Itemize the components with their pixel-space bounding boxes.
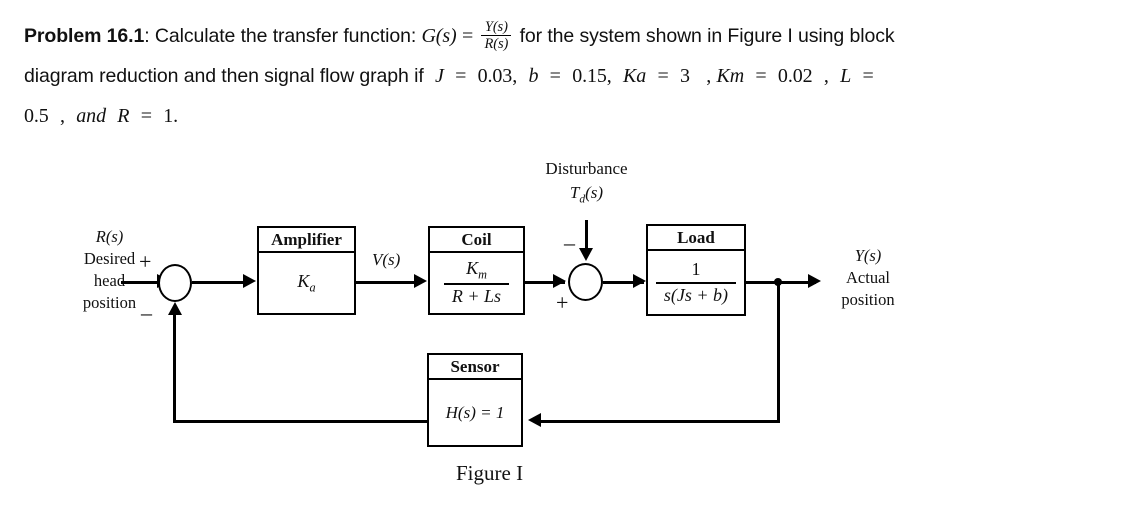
figure-caption: Figure I — [456, 461, 524, 485]
block-diagram: R(s) Desired head position + – Amplifier… — [0, 150, 1123, 507]
summing-junction-2 — [568, 263, 603, 301]
coil-block: Coil Km R + Ls — [428, 226, 525, 315]
output-label-line-1: Y(s) — [854, 246, 882, 265]
sum1-to-amplifier-line — [192, 281, 244, 284]
problem-colon: : — [144, 25, 150, 47]
comma-after-L: , — [60, 105, 65, 127]
param-Km: Km — [716, 65, 745, 87]
param-Ka: Ka — [623, 65, 647, 87]
value-L: 0.5 — [24, 105, 49, 127]
transfer-function-fraction: Y(s) R(s) — [481, 19, 512, 52]
equals-sign-3: = — [549, 65, 561, 87]
amplifier-title: Amplifier — [259, 228, 354, 253]
sum2-input-arrowhead-icon — [553, 274, 566, 288]
param-R: R — [117, 105, 130, 127]
load-input-arrowhead-icon — [633, 274, 646, 288]
load-numerator: 1 — [691, 259, 701, 280]
problem-text-b: for the system shown in Figure I using b… — [519, 25, 895, 47]
equals-sign-2: = — [455, 65, 467, 87]
coil-input-arrowhead-icon — [414, 274, 427, 288]
feedback-left-horizontal-line — [173, 420, 429, 423]
problem-text-c: diagram reduction and then signal flow g… — [24, 65, 424, 87]
feedback-left-vertical-line — [173, 314, 176, 423]
sensor-input-arrowhead-icon — [528, 413, 541, 427]
equals-sign-6: = — [862, 65, 874, 87]
equals-sign-4: = — [657, 65, 669, 87]
load-title: Load — [648, 226, 744, 251]
amplifier-gain: Ka — [297, 270, 316, 295]
sum2-plus-sign: + — [556, 290, 569, 315]
v-signal-label: V(s) — [372, 250, 401, 269]
param-b: b — [528, 65, 539, 87]
equals-sign-5: = — [755, 65, 767, 87]
summing-junction-1 — [158, 264, 192, 302]
problem-statement: Problem 16.1: Calculate the transfer fun… — [24, 16, 1104, 136]
coil-denominator: R + Ls — [443, 283, 510, 307]
value-J: 0.03, — [477, 65, 518, 87]
and-word: and — [76, 105, 106, 127]
load-transfer-function: 1 s(Js + b) — [655, 259, 737, 306]
sum1-feedback-arrowhead-icon — [168, 302, 182, 315]
sensor-body: H(s) = 1 — [429, 380, 521, 445]
coil-title: Coil — [430, 228, 523, 253]
sensor-transfer-function: H(s) = 1 — [445, 402, 505, 422]
output-signal-label: Y(s) Actual position — [820, 245, 916, 311]
disturbance-label: Disturbance Td(s) — [519, 159, 654, 205]
disturbance-signal: Td(s) — [569, 183, 604, 206]
load-body: 1 s(Js + b) — [648, 251, 744, 314]
value-Ka: 3 — [680, 65, 690, 87]
sensor-title: Sensor — [429, 355, 521, 380]
fraction-numerator: Y(s) — [484, 19, 508, 36]
value-R: 1. — [163, 105, 179, 127]
comma-after-Ka: , — [706, 65, 712, 87]
load-block: Load 1 s(Js + b) — [646, 224, 746, 316]
param-J: J — [434, 65, 444, 87]
feedback-to-sensor-line — [539, 420, 779, 423]
output-label-line-3: position — [841, 290, 895, 309]
value-Km: 0.02 — [777, 65, 813, 87]
load-denominator: s(Js + b) — [655, 281, 737, 306]
amplifier-block: Amplifier Ka — [257, 226, 356, 315]
input-arrow-line — [121, 281, 159, 284]
value-b: 0.15, — [572, 65, 612, 87]
problem-label: Problem 16.1 — [24, 25, 145, 47]
transfer-function-symbol: G(s) — [421, 25, 457, 47]
fraction-denominator: R(s) — [481, 35, 512, 52]
amplifier-body: Ka — [259, 253, 354, 313]
sum1-minus-sign: – — [141, 300, 152, 325]
coil-transfer-function: Km R + Ls — [443, 258, 510, 307]
sum2-minus-sign: – — [564, 230, 575, 255]
equals-sign-7: = — [140, 105, 152, 127]
output-label-line-2: Actual — [846, 268, 890, 287]
disturbance-arrowhead-icon — [579, 248, 593, 261]
param-L: L — [840, 65, 852, 87]
coil-body: Km R + Ls — [430, 253, 523, 313]
amplifier-to-coil-line — [356, 281, 416, 284]
disturbance-title: Disturbance — [545, 159, 628, 178]
amplifier-input-arrowhead-icon — [243, 274, 256, 288]
input-label-line-1: R(s) — [95, 227, 124, 246]
equals-sign-1: = — [461, 25, 474, 47]
problem-text-a: Calculate the transfer function: — [154, 25, 417, 47]
coil-numerator: Km — [466, 258, 487, 282]
feedback-right-vertical-line — [777, 281, 780, 423]
sensor-block: Sensor H(s) = 1 — [427, 353, 523, 447]
comma-after-Km: , — [823, 65, 829, 87]
sum1-plus-sign: + — [139, 249, 152, 274]
worksheet-page: Problem 16.1: Calculate the transfer fun… — [0, 0, 1123, 507]
